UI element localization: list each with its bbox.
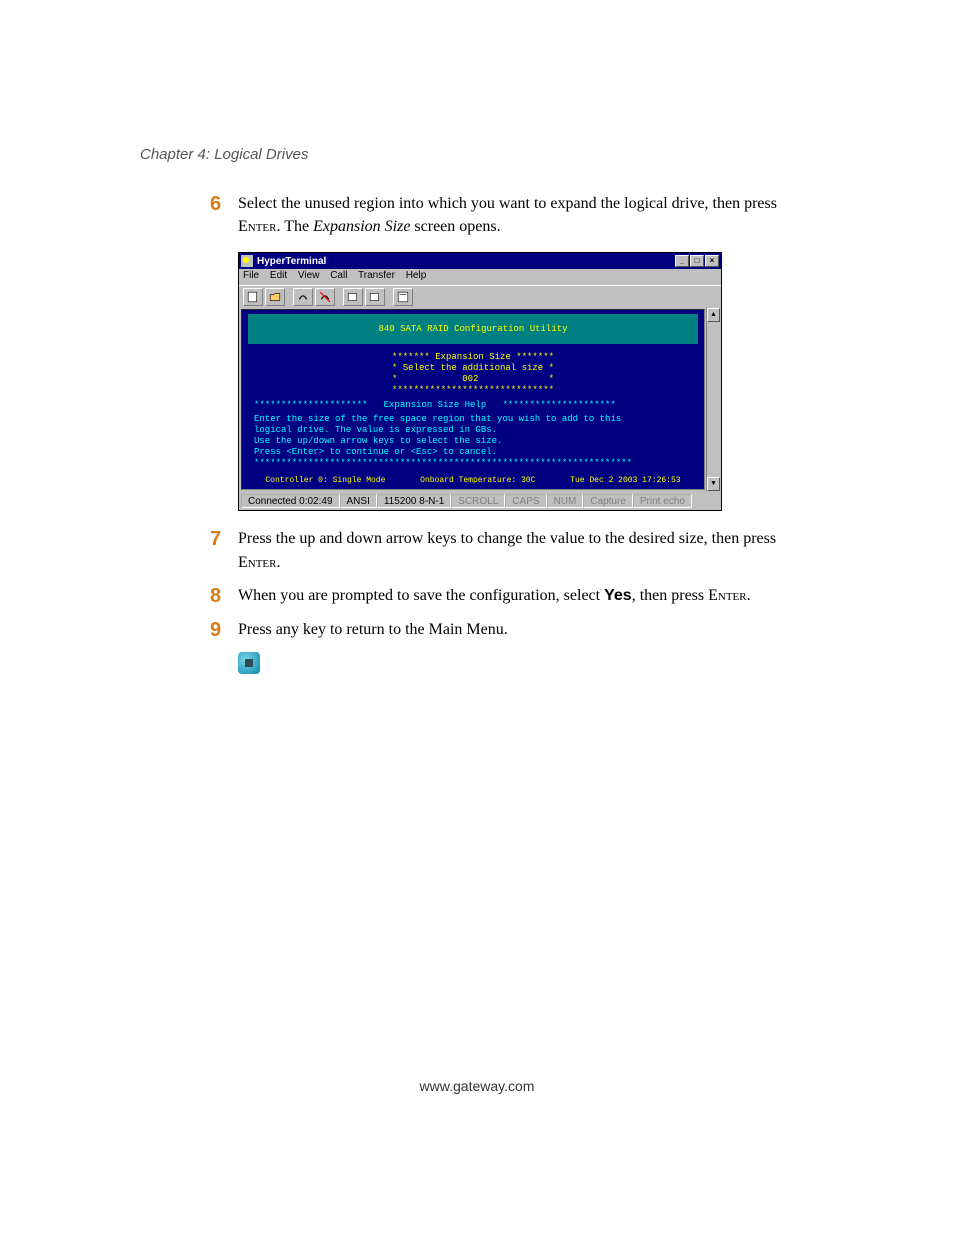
window-titlebar: HyperTerminal _ □ × [239,253,721,269]
step-number: 6 [210,192,238,216]
step-9: 9 Press any key to return to the Main Me… [210,618,820,642]
controller-status-row: Controller 0: Single Mode Onboard Temper… [248,474,698,487]
terminal-area: 840 SATA RAID Configuration Utility ****… [239,307,721,492]
help-line: Press <Enter> to continue or <Esc> to ca… [254,447,698,458]
expansion-border-bottom: ****************************** [248,385,698,396]
status-caps: CAPS [505,494,546,508]
toolbar [239,285,721,307]
chapter-header: Chapter 4: Logical Drives [140,146,308,163]
status-capture: Capture [583,494,633,508]
key-enter: Enter [238,554,277,571]
expansion-value[interactable]: * 002 * [248,374,698,385]
text: Press the up and down arrow keys to chan… [238,530,776,547]
screen-name: Expansion Size [313,218,410,235]
toolbar-disconnect-icon[interactable] [315,288,335,306]
menu-help[interactable]: Help [406,270,427,281]
menu-transfer[interactable]: Transfer [358,270,395,281]
help-border-bottom: ****************************************… [254,458,698,469]
toolbar-receive-icon[interactable] [365,288,385,306]
text: . [277,554,281,571]
status-printecho: Print echo [633,494,692,508]
step-text: Select the unused region into which you … [238,192,820,238]
step-number: 7 [210,527,238,551]
minimize-button[interactable]: _ [675,255,689,267]
status-connected: Connected 0:02:49 [241,494,340,508]
status-scroll: SCROLL [451,494,505,508]
status-num: NUM [547,494,584,508]
text: . The [277,218,314,235]
window-title: HyperTerminal [257,256,326,267]
key-enter: Enter [238,218,277,235]
toolbar-send-icon[interactable] [343,288,363,306]
toolbar-properties-icon[interactable] [393,288,413,306]
window-controls: _ □ × [675,255,719,267]
text: screen opens. [410,218,500,235]
step-number: 8 [210,584,238,608]
close-button[interactable]: × [705,255,719,267]
text: , then press [632,587,708,604]
step-text: When you are prompted to save the config… [238,584,751,607]
scroll-down-icon[interactable]: ▼ [707,477,720,491]
help-line: logical drive. The value is expressed in… [254,425,698,436]
step-8: 8 When you are prompted to save the conf… [210,584,820,608]
menu-call[interactable]: Call [330,270,347,281]
key-enter: Enter [708,587,747,604]
step-text: Press any key to return to the Main Menu… [238,618,508,641]
scroll-up-icon[interactable]: ▲ [707,308,720,322]
toolbar-connect-icon[interactable] [293,288,313,306]
step-7: 7 Press the up and down arrow keys to ch… [210,527,820,573]
menu-edit[interactable]: Edit [270,270,287,281]
step-number: 9 [210,618,238,642]
app-icon [241,255,253,267]
status-emulation: ANSI [340,494,377,508]
toolbar-new-icon[interactable] [243,288,263,306]
menu-file[interactable]: File [243,270,259,281]
hyperterminal-screenshot: HyperTerminal _ □ × File Edit View Call … [238,252,722,511]
text: . [747,587,751,604]
datetime: Tue Dec 2 2003 17:26:53 [570,476,680,485]
page-footer: www.gateway.com [0,1078,954,1094]
onboard-temp: Onboard Temperature: 30C [420,476,535,485]
step-6: 6 Select the unused region into which yo… [210,192,820,238]
maximize-button[interactable]: □ [690,255,704,267]
help-line: Enter the size of the free space region … [254,414,698,425]
step-text: Press the up and down arrow keys to chan… [238,527,820,573]
menubar: File Edit View Call Transfer Help [239,269,721,285]
main-content: 6 Select the unused region into which yo… [210,192,820,674]
toolbar-open-icon[interactable] [265,288,285,306]
end-of-procedure-icon [238,652,260,674]
status-baud: 115200 8-N-1 [377,494,451,508]
statusbar: Connected 0:02:49 ANSI 115200 8-N-1 SCRO… [239,492,721,510]
utility-title: 840 SATA RAID Configuration Utility [248,314,698,344]
terminal-screen: 840 SATA RAID Configuration Utility ****… [241,309,705,490]
option-yes: Yes [604,587,632,604]
vertical-scrollbar[interactable]: ▲ ▼ [706,308,720,491]
help-line: Use the up/down arrow keys to select the… [254,436,698,447]
text: Select the unused region into which you … [238,195,777,212]
expansion-border-top: ******* Expansion Size ******* [248,352,698,363]
text: When you are prompted to save the config… [238,587,604,604]
expansion-prompt: * Select the additional size * [248,363,698,374]
menu-view[interactable]: View [298,270,320,281]
controller-mode: Controller 0: Single Mode [265,476,385,485]
help-title: ********************* Expansion Size Hel… [254,400,698,411]
